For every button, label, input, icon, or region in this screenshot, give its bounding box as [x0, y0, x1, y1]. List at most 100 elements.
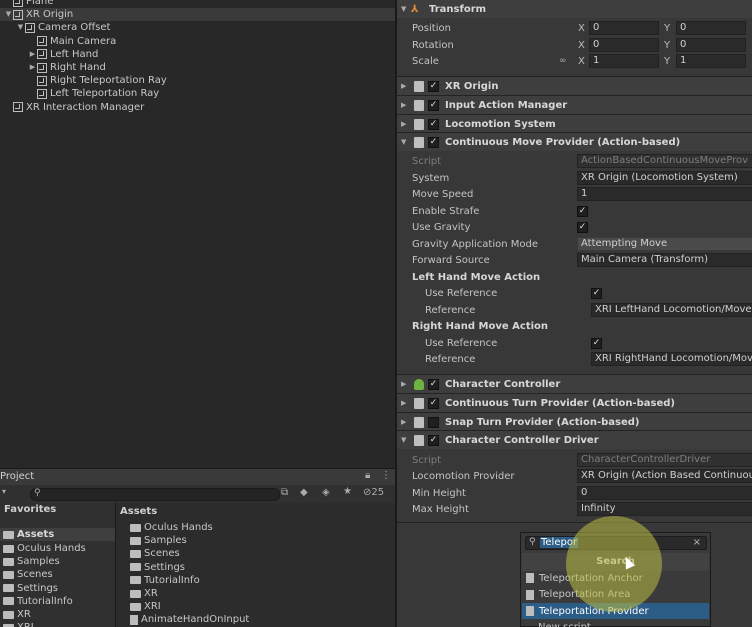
favorite-icon[interactable]: ★ — [343, 486, 352, 497]
favorites-header[interactable]: Favorites — [4, 503, 56, 516]
component-result-item[interactable]: Teleportation Provider — [522, 603, 709, 619]
system-field[interactable]: XR Origin (Locomotion System) — [577, 171, 752, 185]
locomotion-system-header[interactable]: ▶ ✓ Locomotion System — [397, 114, 752, 133]
enabled-checkbox[interactable]: ✓ — [428, 397, 439, 409]
rotation-y-label[interactable]: Y — [664, 40, 670, 51]
gravity-mode-dropdown[interactable]: Attempting Move — [577, 237, 752, 251]
hierarchy-item[interactable]: Left Teleportation Ray — [0, 87, 159, 100]
chevron-right-icon[interactable]: ▶ — [401, 418, 411, 426]
scale-y-field[interactable]: 1 — [676, 54, 746, 68]
locomotion-provider-field[interactable]: XR Origin (Action Based Continuou — [577, 469, 752, 483]
project-tab[interactable]: Project — [0, 471, 34, 482]
enabled-checkbox[interactable]: ✓ — [428, 434, 439, 446]
use-gravity-checkbox[interactable]: ✓ — [577, 221, 588, 233]
enabled-checkbox[interactable]: ✓ — [428, 118, 439, 130]
move-speed-field[interactable]: 1 — [577, 187, 752, 201]
position-y-label[interactable]: Y — [664, 23, 670, 34]
hierarchy-item[interactable]: ▶ Left Hand — [0, 48, 99, 61]
enable-strafe-checkbox[interactable]: ✓ — [577, 205, 588, 217]
rotation-x-label[interactable]: X — [578, 40, 585, 51]
chevron-right-icon[interactable]: ▶ — [28, 61, 37, 74]
position-x-label[interactable]: X — [578, 23, 585, 34]
hierarchy-item[interactable]: Right Teleportation Ray — [0, 74, 167, 87]
project-folder-item[interactable]: TutorialInfo — [3, 595, 73, 608]
hidden-packages-icon[interactable]: ⊘25 — [363, 487, 384, 498]
chevron-right-icon[interactable]: ▶ — [401, 82, 411, 90]
project-folder-item[interactable]: Samples — [3, 555, 60, 568]
scale-x-field[interactable]: 1 — [589, 54, 659, 68]
transform-header[interactable]: ▼ ⅄ Transform — [397, 0, 752, 18]
chevron-right-icon[interactable]: ▶ — [401, 120, 411, 128]
lock-icon[interactable]: 🔒︎ — [365, 470, 370, 481]
project-folder-item[interactable]: XRI — [3, 621, 34, 627]
type-filter-icon[interactable]: ◆ — [300, 487, 308, 498]
enabled-checkbox[interactable]: ✓ — [428, 378, 439, 390]
character-controller-header[interactable]: ▶ ✓ Character Controller — [397, 374, 752, 393]
enabled-checkbox[interactable]: ✓ — [428, 80, 439, 92]
hierarchy-item[interactable]: XR Interaction Manager — [0, 101, 144, 114]
chevron-down-icon[interactable]: ▼ — [401, 436, 411, 444]
disabled-checkbox[interactable] — [428, 416, 439, 428]
project-asset-item[interactable]: Samples — [130, 534, 187, 547]
max-height-field[interactable]: Infinity — [577, 502, 752, 516]
rotation-x-field[interactable]: 0 — [589, 38, 659, 52]
project-search-input[interactable]: ⚲ — [30, 488, 280, 501]
chevron-down-icon[interactable]: ▼ — [401, 5, 411, 13]
hierarchy-item[interactable]: ▼ XR Origin — [0, 8, 395, 22]
position-x-field[interactable]: 0 — [589, 21, 659, 35]
project-asset-item[interactable]: Scenes — [130, 547, 180, 560]
assets-root[interactable]: Assets — [0, 528, 115, 541]
chevron-down-icon[interactable]: ▼ — [4, 8, 13, 21]
label-filter-icon[interactable]: ◈ — [322, 487, 330, 498]
hierarchy-item[interactable]: Plane — [0, 0, 53, 8]
xr-origin-component-header[interactable]: ▶ ✓ XR Origin — [397, 76, 752, 95]
component-result-item[interactable]: Teleportation Area — [522, 587, 709, 603]
enabled-checkbox[interactable]: ✓ — [428, 136, 439, 148]
project-asset-item[interactable]: Oculus Hands — [130, 521, 213, 534]
hierarchy-item[interactable]: ▼ Camera Offset — [0, 21, 111, 34]
more-menu-icon[interactable]: ⋮ — [381, 470, 391, 481]
input-action-manager-header[interactable]: ▶ ✓ Input Action Manager — [397, 95, 752, 114]
chevron-right-icon[interactable]: ▶ — [401, 399, 411, 407]
project-folder-item[interactable]: Settings — [3, 582, 58, 595]
hierarchy-item[interactable]: Main Camera — [0, 35, 116, 48]
left-use-reference-checkbox[interactable]: ✓ — [591, 287, 602, 299]
assets-breadcrumb[interactable]: Assets — [120, 505, 157, 518]
min-height-label[interactable]: Min Height — [412, 488, 466, 499]
project-asset-item[interactable]: TutorialInfo — [130, 574, 200, 587]
project-asset-item[interactable]: AnimateHandOnInput — [130, 613, 249, 626]
chevron-right-icon[interactable]: ▶ — [401, 380, 411, 388]
scale-y-label[interactable]: Y — [664, 56, 670, 67]
chevron-right-icon[interactable]: ▶ — [401, 101, 411, 109]
right-reference-field[interactable]: XRI RightHand Locomotion/Mov — [591, 352, 752, 366]
component-search-input[interactable]: ⚲ Telepor × — [525, 536, 707, 550]
right-use-reference-checkbox[interactable]: ✓ — [591, 337, 602, 349]
chevron-right-icon[interactable]: ▶ — [28, 48, 37, 61]
snap-turn-header[interactable]: ▶ Snap Turn Provider (Action-based) — [397, 412, 752, 431]
move-speed-label[interactable]: Move Speed — [412, 189, 473, 200]
new-script-item[interactable]: New script — [522, 620, 709, 627]
min-height-field[interactable]: 0 — [577, 486, 752, 500]
component-result-item[interactable]: Teleportation Anchor — [522, 570, 709, 586]
project-asset-item[interactable]: Settings — [130, 561, 185, 574]
project-folder-item[interactable]: Oculus Hands — [3, 542, 86, 555]
project-folder-item[interactable]: XR — [3, 608, 31, 621]
continuous-turn-header[interactable]: ▶ ✓ Continuous Turn Provider (Action-bas… — [397, 393, 752, 412]
rotation-y-field[interactable]: 0 — [676, 38, 746, 52]
project-asset-item[interactable]: XR — [130, 587, 158, 600]
hierarchy-item[interactable]: ▶ Right Hand — [0, 61, 106, 74]
project-folder-item[interactable]: Scenes — [3, 568, 53, 581]
continuous-move-header[interactable]: ▼ ✓ Continuous Move Provider (Action-bas… — [397, 132, 752, 151]
chevron-down-icon[interactable]: ▼ — [16, 21, 25, 34]
clear-icon[interactable]: × — [693, 537, 701, 548]
project-asset-item[interactable]: XRI — [130, 600, 161, 613]
link-icon[interactable]: ∞ — [559, 56, 567, 66]
cc-driver-header[interactable]: ▼ ✓ Character Controller Driver — [397, 430, 752, 449]
max-height-label[interactable]: Max Height — [412, 504, 469, 515]
forward-source-field[interactable]: Main Camera (Transform) — [577, 253, 752, 267]
scale-x-label[interactable]: X — [578, 56, 585, 67]
chevron-down-icon[interactable]: ▼ — [401, 138, 411, 146]
position-y-field[interactable]: 0 — [676, 21, 746, 35]
scene-filter-icon[interactable]: ⧉ — [281, 487, 288, 498]
left-reference-field[interactable]: XRI LeftHand Locomotion/Move — [591, 303, 752, 317]
